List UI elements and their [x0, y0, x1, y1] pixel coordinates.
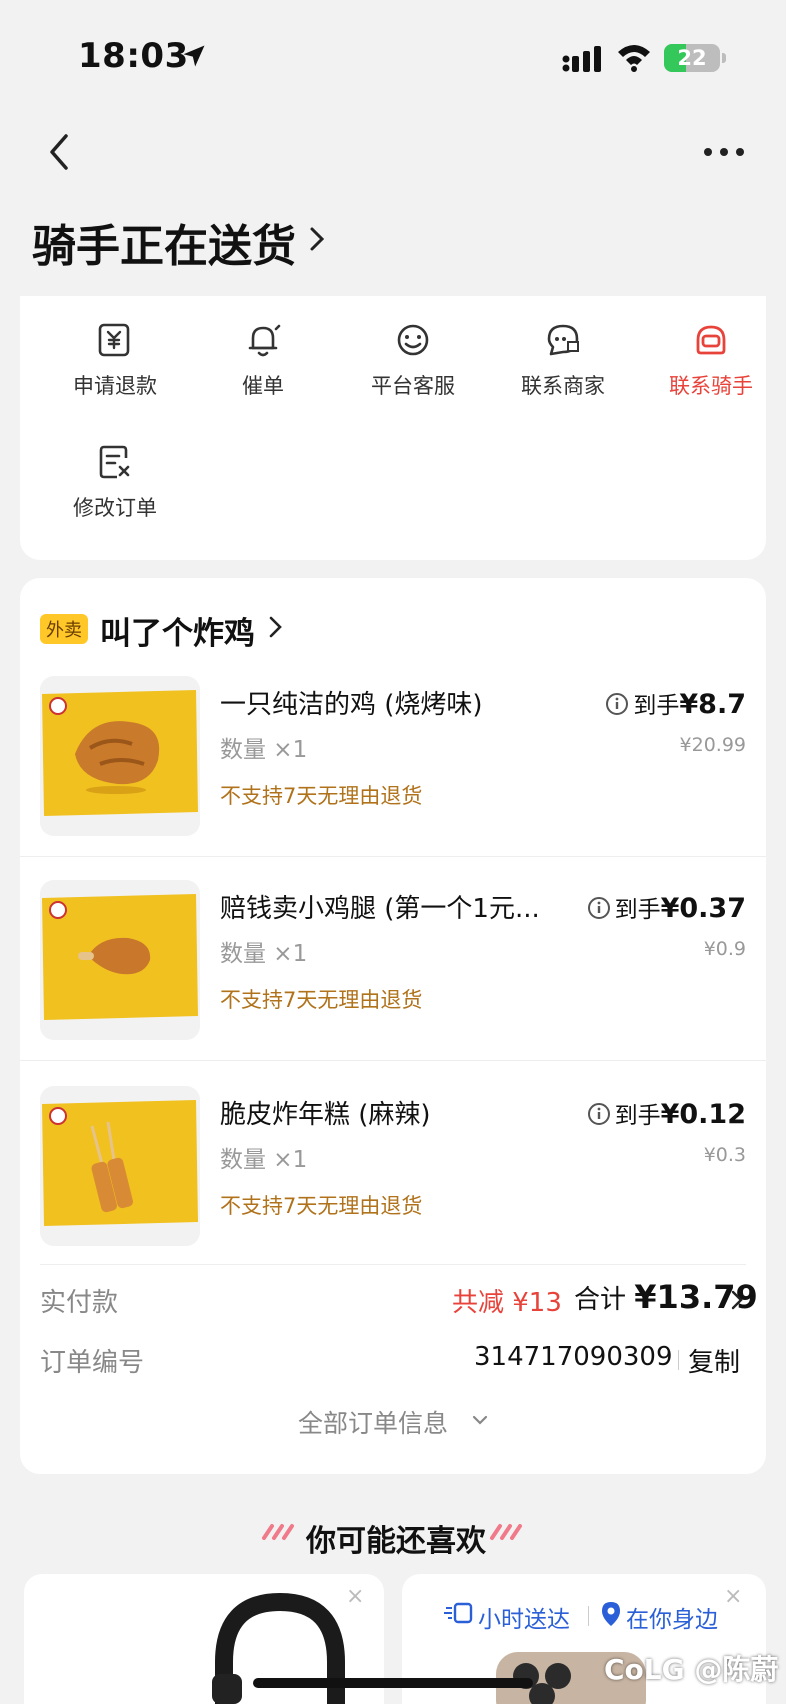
item-image[interactable] [40, 880, 200, 1040]
chevron-right-icon[interactable] [268, 614, 284, 640]
recommend-title: 你可能还喜欢 [306, 1524, 486, 1559]
action-panel: 申请退款 催单 平台客服 联系商家 联系骑手 修改订单 [20, 296, 766, 560]
wifi-icon [618, 45, 650, 72]
delivery-box-icon [444, 1602, 473, 1624]
battery-cap [722, 53, 726, 63]
decoration-icon [262, 1524, 294, 1540]
item-original-price: ¥20.99 [679, 734, 746, 756]
modify-order-button[interactable]: 修改订单 [40, 442, 190, 552]
item-quantity: 数量 ×1 [220, 941, 308, 967]
fried-chicken-image [40, 676, 200, 836]
refund-button[interactable]: 申请退款 [40, 320, 190, 430]
chevron-right-icon[interactable] [306, 224, 328, 254]
urge-order-button[interactable]: 催单 [188, 320, 338, 430]
info-icon[interactable] [587, 1102, 611, 1126]
refund-icon [98, 323, 130, 357]
promo-delivery: 小时送达 [478, 1607, 570, 1633]
item-return-note: 不支持7天无理由退货 [220, 784, 423, 808]
close-icon[interactable]: × [724, 1584, 742, 1609]
item-image[interactable] [40, 1086, 200, 1246]
item-original-price: ¥0.3 [703, 1144, 746, 1166]
contact-rider-button[interactable]: 联系骑手 [636, 320, 786, 430]
customer-service-button[interactable]: 平台客服 [338, 320, 488, 430]
paid-label: 实付款 [40, 1288, 119, 1318]
item-return-note: 不支持7天无理由退货 [220, 988, 423, 1012]
back-icon[interactable] [40, 130, 80, 174]
edit-order-icon [99, 445, 130, 479]
bell-icon [248, 324, 281, 357]
battery-indicator: 22 [664, 44, 720, 72]
item-price: 到手¥0.12 [506, 1096, 746, 1130]
item-quantity: 数量 ×1 [220, 737, 308, 763]
smile-icon [397, 324, 429, 356]
promo-nearby: 在你身边 [626, 1607, 718, 1633]
more-icon[interactable] [700, 140, 748, 164]
divider [40, 1264, 746, 1265]
total-discount: 共减 ¥13 [452, 1288, 562, 1318]
rice-cake-image [40, 1086, 200, 1246]
divider [20, 856, 766, 857]
location-arrow-icon [183, 45, 205, 67]
order-number-label: 订单编号 [40, 1348, 145, 1378]
close-icon[interactable]: × [346, 1584, 364, 1609]
signal-icon [562, 46, 601, 72]
page-title[interactable]: 骑手正在送货 [32, 210, 296, 274]
home-indicator[interactable] [253, 1678, 533, 1688]
chat-shop-icon [547, 324, 579, 356]
item-price: 到手¥0.37 [506, 890, 746, 924]
info-icon[interactable] [605, 692, 629, 716]
shop-name[interactable]: 叫了个炸鸡 [100, 608, 255, 653]
copy-button[interactable]: 复制 [688, 1342, 740, 1379]
contact-merchant-button[interactable]: 联系商家 [488, 320, 638, 430]
all-order-info-button[interactable]: 全部订单信息 [298, 1404, 448, 1440]
takeaway-tag: 外卖 [40, 614, 88, 644]
location-pin-icon [602, 1602, 620, 1626]
item-return-note: 不支持7天无理由退货 [220, 1194, 423, 1218]
watermark: CoLG @陈蔚 [604, 1653, 779, 1686]
chicken-leg-image [40, 880, 200, 1040]
divider [20, 1060, 766, 1061]
battery-level: 22 [677, 46, 707, 70]
chevron-right-icon[interactable] [730, 1288, 744, 1312]
order-number: 314717090309 [474, 1342, 673, 1372]
separator [678, 1350, 679, 1370]
info-icon[interactable] [587, 896, 611, 920]
item-image[interactable] [40, 676, 200, 836]
item-quantity: 数量 ×1 [220, 1147, 308, 1173]
rider-icon [696, 325, 726, 355]
decoration-icon [490, 1524, 522, 1540]
status-time: 18:03 [78, 36, 189, 76]
item-original-price: ¥0.9 [703, 938, 746, 960]
chevron-down-icon[interactable] [470, 1412, 490, 1428]
item-price: 到手¥8.7 [506, 686, 746, 720]
separator [588, 1606, 589, 1626]
